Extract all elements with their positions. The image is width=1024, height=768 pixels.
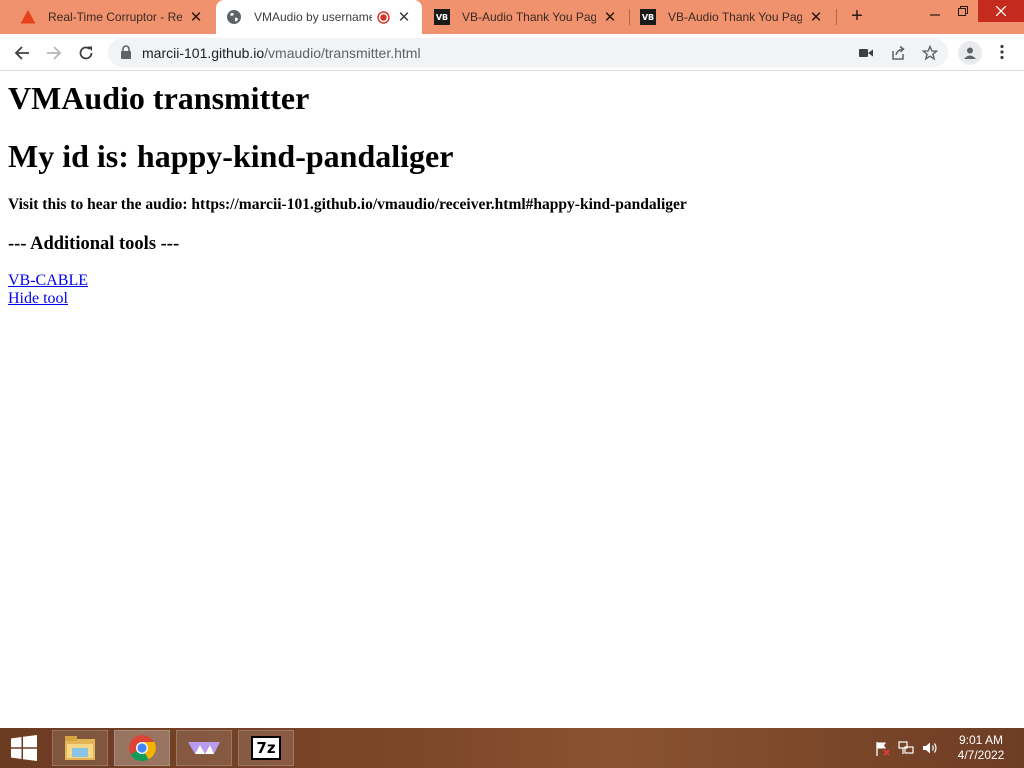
profile-avatar-icon[interactable] <box>958 41 982 65</box>
page-content: VMAudio transmitter My id is: happy-kind… <box>8 72 1016 308</box>
minimize-icon[interactable] <box>920 0 950 22</box>
receiver-url-text: Visit this to hear the audio: https://ma… <box>8 196 687 213</box>
url-host: marcii-101.github.io <box>142 45 265 61</box>
tab-strip: Real-Time Corruptor - Red ✕ VMAudio by u… <box>0 0 1024 34</box>
lock-icon[interactable] <box>120 45 132 64</box>
camera-icon[interactable] <box>857 44 875 62</box>
tab-title: VMAudio by username <box>254 10 372 24</box>
windows-start-icon[interactable] <box>0 728 48 768</box>
warning-triangle-icon <box>20 9 36 25</box>
close-window-icon[interactable] <box>978 0 1024 22</box>
clock-time: 9:01 AM <box>958 733 1004 747</box>
close-icon[interactable]: ✕ <box>188 9 204 26</box>
tab-vmaudio[interactable]: VMAudio by username ✕ <box>216 0 422 34</box>
url-text[interactable]: marcii-101.github.io/vmaudio/transmitter… <box>142 45 421 61</box>
clock-date: 4/7/2022 <box>957 748 1005 762</box>
hide-tool-link[interactable]: Hide tool <box>8 290 68 308</box>
vb-cable-link[interactable]: VB-CABLE <box>8 272 88 290</box>
tool-links: VB-CABLE Hide tool <box>8 272 1016 308</box>
new-tab-button[interactable]: + <box>846 6 868 28</box>
close-icon[interactable]: ✕ <box>808 9 824 26</box>
url-path: /vmaudio/transmitter.html <box>264 45 421 61</box>
7zip-label: 7z <box>256 739 276 757</box>
close-icon[interactable]: ✕ <box>602 9 618 26</box>
system-clock[interactable]: 9:01 AM 4/7/2022 <box>950 733 1012 763</box>
vmaudio-app-icon[interactable] <box>176 730 232 766</box>
back-arrow-icon[interactable] <box>9 40 35 66</box>
page-title: VMAudio transmitter <box>8 80 310 116</box>
tab-separator <box>836 9 837 25</box>
browser-toolbar: marcii-101.github.io/vmaudio/transmitter… <box>0 34 1024 71</box>
close-icon[interactable]: ✕ <box>396 9 412 26</box>
bookmark-star-icon[interactable] <box>921 44 939 62</box>
chrome-icon[interactable] <box>114 730 170 766</box>
tab-vb-audio-1[interactable]: VB VB-Audio Thank You Page ✕ <box>424 0 628 34</box>
volume-icon[interactable] <box>922 740 938 756</box>
taskbar: 7z 9:01 AM 4/7/2022 <box>0 728 1024 768</box>
tab-real-time-corruptor[interactable]: Real-Time Corruptor - Red ✕ <box>12 0 212 34</box>
action-center-flag-icon[interactable] <box>874 740 890 756</box>
file-explorer-icon[interactable] <box>52 730 108 766</box>
network-icon[interactable] <box>898 740 914 756</box>
tab-title: VB-Audio Thank You Page <box>462 10 596 24</box>
tab-title: Real-Time Corruptor - Red <box>48 10 182 24</box>
recording-icon <box>376 10 390 24</box>
reload-icon[interactable] <box>73 40 99 66</box>
address-bar[interactable]: marcii-101.github.io/vmaudio/transmitter… <box>108 38 948 67</box>
id-heading: My id is: happy-kind-pandaliger <box>8 138 454 174</box>
7zip-icon[interactable]: 7z <box>238 730 294 766</box>
forward-arrow-icon[interactable] <box>41 40 67 66</box>
tab-vb-audio-2[interactable]: VB VB-Audio Thank You Page ✕ <box>630 0 834 34</box>
kebab-menu-icon[interactable] <box>992 42 1012 62</box>
tab-title: VB-Audio Thank You Page <box>668 10 802 24</box>
vb-audio-icon: VB <box>434 9 450 25</box>
vb-audio-icon: VB <box>640 9 656 25</box>
additional-tools-heading: --- Additional tools --- <box>8 234 180 254</box>
restore-icon[interactable] <box>948 0 978 22</box>
globe-icon <box>226 9 242 25</box>
share-icon[interactable] <box>889 44 907 62</box>
